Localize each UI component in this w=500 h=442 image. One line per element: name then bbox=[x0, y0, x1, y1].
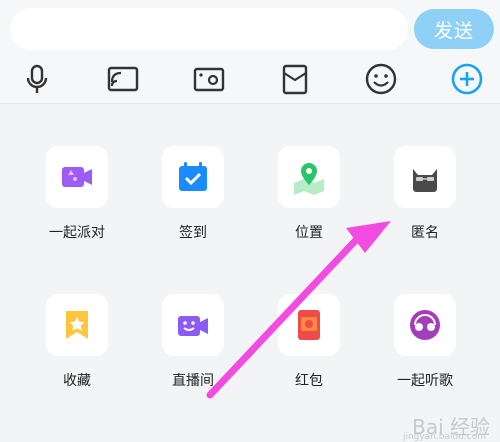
send-button[interactable]: 发送 bbox=[414, 9, 494, 49]
panel-item-label: 收藏 bbox=[63, 373, 91, 389]
location-map-icon bbox=[278, 146, 340, 208]
screen-cast-icon[interactable] bbox=[106, 62, 140, 96]
composer-bar: 发送 bbox=[0, 0, 500, 104]
plus-icon[interactable] bbox=[450, 62, 484, 96]
panel-item-label: 位置 bbox=[295, 225, 323, 241]
anonymous-cat-icon bbox=[394, 146, 456, 208]
panel-item-party[interactable]: 一起派对 bbox=[27, 146, 127, 266]
listen-together-headphones-icon bbox=[394, 294, 456, 356]
watermark-url: jingyan.baidu.com bbox=[402, 432, 486, 442]
panel-item-label: 匿名 bbox=[411, 225, 439, 241]
panel-item-label: 签到 bbox=[179, 225, 207, 241]
panel-item-label: 直播间 bbox=[172, 373, 214, 389]
emoji-icon[interactable] bbox=[364, 62, 398, 96]
message-input[interactable] bbox=[10, 8, 408, 50]
panel-item-listen-together[interactable]: 一起听歌 bbox=[375, 294, 475, 414]
panel-item-label: 红包 bbox=[295, 373, 323, 389]
red-envelope-icon[interactable] bbox=[278, 62, 312, 96]
photo-icon[interactable] bbox=[192, 62, 226, 96]
check-in-calendar-icon bbox=[162, 146, 224, 208]
panel-item-favorites[interactable]: 收藏 bbox=[27, 294, 127, 414]
microphone-icon[interactable] bbox=[20, 62, 54, 96]
panel-item-location[interactable]: 位置 bbox=[259, 146, 359, 266]
panel-item-check-in[interactable]: 签到 bbox=[143, 146, 243, 266]
live-room-icon bbox=[162, 294, 224, 356]
panel-item-red-packet[interactable]: 红包 bbox=[259, 294, 359, 414]
party-video-icon bbox=[46, 146, 108, 208]
panel-item-live-room[interactable]: 直播间 bbox=[143, 294, 243, 414]
favorites-star-icon bbox=[46, 294, 108, 356]
panel-item-label: 一起听歌 bbox=[397, 373, 453, 389]
red-packet-icon bbox=[278, 294, 340, 356]
panel-item-label: 一起派对 bbox=[49, 225, 105, 241]
panel-item-anonymous[interactable]: 匿名 bbox=[375, 146, 475, 266]
